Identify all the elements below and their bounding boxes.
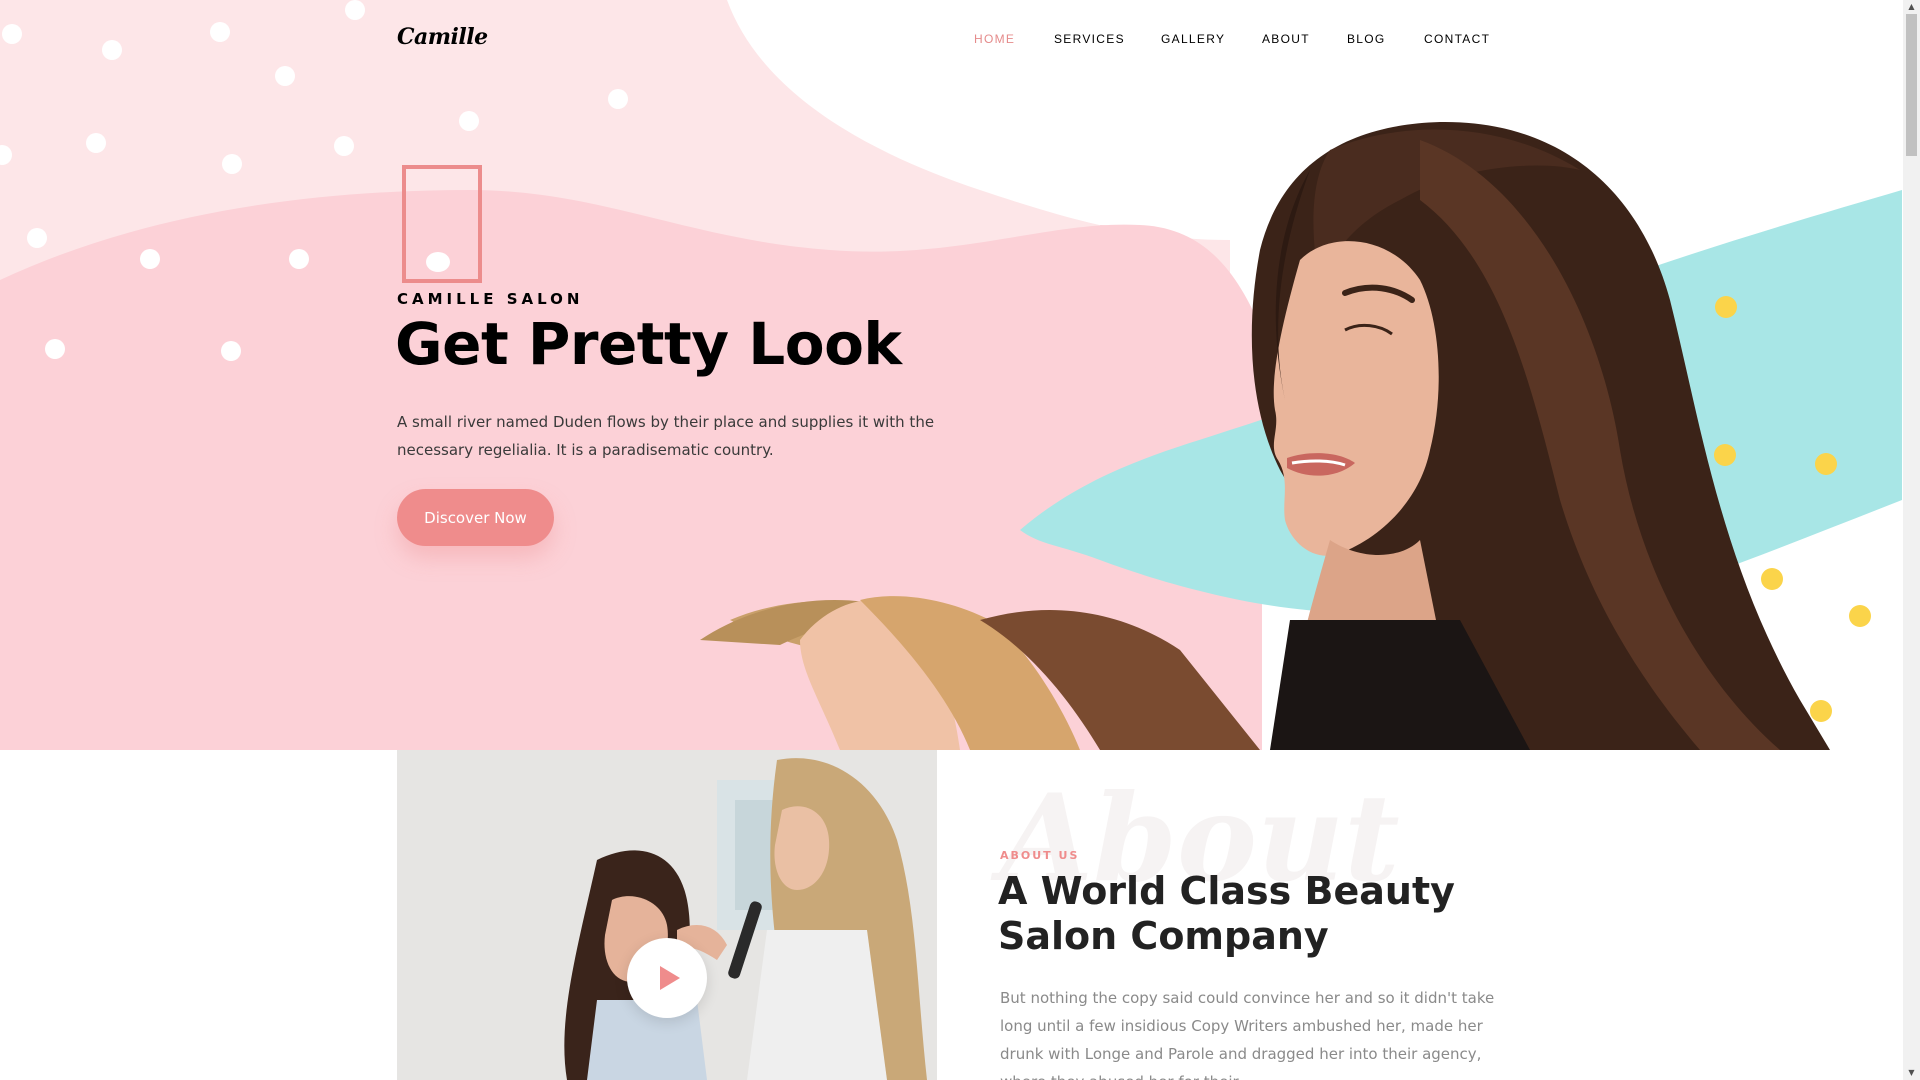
- hero-headline: Get Pretty Look: [395, 310, 902, 378]
- decor-dot-yellow: [1761, 568, 1783, 590]
- salon-photo-illustration: [397, 750, 937, 1080]
- page-scrollbar[interactable]: ▲ ▼: [1903, 0, 1920, 1080]
- decor-dot-yellow: [1815, 453, 1837, 475]
- about-text: But nothing the copy said could convince…: [1000, 989, 1495, 1080]
- nav-item-about[interactable]: ABOUT: [1262, 32, 1310, 46]
- hero-woman-illustration: [700, 121, 1830, 750]
- scroll-down-arrow-icon[interactable]: ▼: [1903, 1066, 1920, 1080]
- play-video-button[interactable]: [627, 938, 707, 1018]
- about-title: A World Class Beauty Salon Company: [998, 869, 1455, 958]
- hero-lead-text: A small river named Duden flows by their…: [397, 413, 935, 459]
- site-logo[interactable]: Camille: [397, 24, 488, 50]
- play-icon: [659, 966, 680, 990]
- scrollbar-thumb[interactable]: [1906, 14, 1917, 156]
- nav-item-blog[interactable]: BLOG: [1347, 32, 1386, 46]
- about-kicker: ABOUT US: [1000, 849, 1080, 862]
- decor-dot: [426, 252, 450, 272]
- decor-dot-yellow: [1714, 444, 1736, 466]
- nav-item-contact[interactable]: CONTACT: [1424, 32, 1490, 46]
- decor-dot-yellow: [1715, 296, 1737, 318]
- hero-section: Camille HOME SERVICES GALLERY ABOUT BLOG…: [0, 0, 1902, 750]
- nav-item-home[interactable]: HOME: [974, 32, 1015, 46]
- discover-now-button[interactable]: Discover Now: [397, 489, 554, 546]
- nav-item-services[interactable]: SERVICES: [1054, 32, 1125, 46]
- scroll-up-arrow-icon[interactable]: ▲: [1903, 0, 1920, 14]
- hero-kicker: CAMILLE SALON: [397, 290, 584, 308]
- about-video-thumbnail[interactable]: [397, 750, 937, 1080]
- decor-dot-yellow: [1849, 605, 1871, 627]
- decor-dot-yellow: [1810, 700, 1832, 722]
- nav-item-gallery[interactable]: GALLERY: [1161, 32, 1225, 46]
